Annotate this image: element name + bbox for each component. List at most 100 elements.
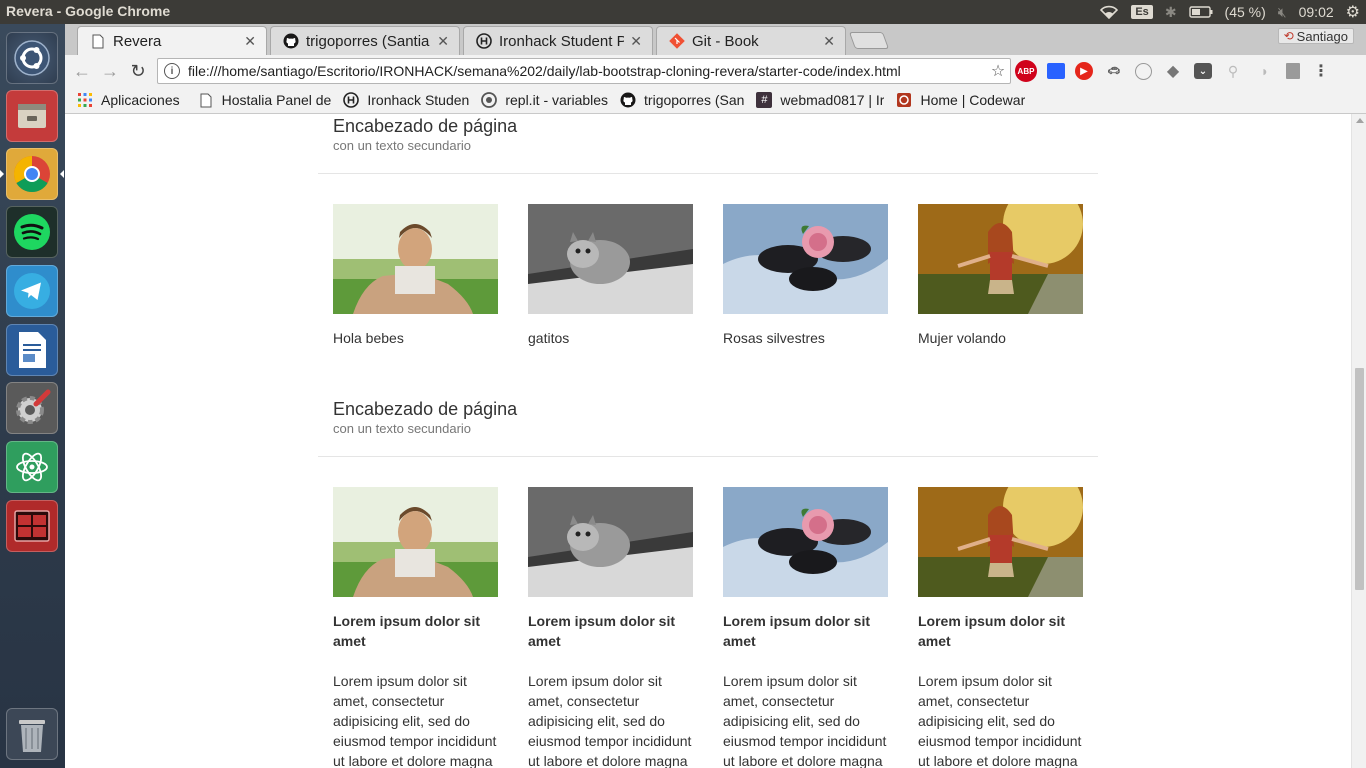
close-icon[interactable]: ✕ <box>437 33 449 50</box>
github-icon <box>283 33 299 49</box>
card-body-line: Lorem ipsum dolor sit <box>528 673 662 689</box>
circle-extension-icon[interactable] <box>1135 62 1152 80</box>
scroll-up-arrow-icon[interactable] <box>1356 118 1364 123</box>
page-icon <box>90 33 106 49</box>
forward-arrow-icon[interactable]: → <box>99 61 121 81</box>
feather-extension-icon[interactable]: ◗ <box>1254 60 1276 82</box>
scrollbar-thumb[interactable] <box>1355 368 1364 590</box>
files-icon[interactable] <box>6 90 58 142</box>
settings-gear-icon[interactable]: ⚙ <box>1346 2 1360 22</box>
kitten-photo[interactable] <box>528 487 693 597</box>
ubuntu-dash-icon[interactable] <box>6 32 58 84</box>
trash-icon[interactable] <box>6 708 58 760</box>
back-arrow-icon[interactable]: ← <box>71 61 93 81</box>
bookmark-github[interactable]: trigoporres (San <box>620 92 744 108</box>
adblock-plus-icon[interactable]: ABP <box>1015 60 1037 82</box>
tree-extension-icon[interactable]: ⚲ <box>1222 60 1244 82</box>
profile-name: Santiago <box>1296 28 1348 44</box>
bookmark-hostalia[interactable]: Hostalia Panel de <box>198 92 331 108</box>
menu-icon[interactable]: ⋮ <box>1310 60 1332 82</box>
card-body-line: eiusmod tempor incididunt <box>333 733 497 749</box>
libreoffice-writer-icon[interactable] <box>6 324 58 376</box>
card-body-line: eiusmod tempor incididunt <box>723 733 887 749</box>
card-heading: Lorem ipsum dolor sit amet <box>333 611 503 651</box>
page-container: Encabezado de página con un texto secund… <box>318 114 1098 768</box>
new-tab-button[interactable] <box>848 32 890 49</box>
bookmark-ironhack[interactable]: Ironhack Studen <box>343 92 469 108</box>
page-subtitle: con un texto secundario <box>333 421 472 436</box>
section2-header: Encabezado de página con un texto secund… <box>333 398 517 436</box>
close-icon[interactable]: ✕ <box>244 33 256 50</box>
rose-stones-photo[interactable] <box>723 487 888 597</box>
woman-sunlight-photo[interactable] <box>918 487 1083 597</box>
card-body-line: ut labore et dolore magna <box>333 753 493 768</box>
card-heading-line: amet <box>528 633 561 649</box>
page-title: Encabezado de página <box>333 399 518 419</box>
tab-ironhack[interactable]: Ironhack Student P ✕ <box>463 26 653 55</box>
card-body-line: adipisicing elit, sed do <box>528 713 665 729</box>
kitten-photo[interactable] <box>528 204 693 314</box>
volume-muted-icon[interactable]: 🔇︎ <box>1278 4 1287 21</box>
card-body-line: adipisicing elit, sed do <box>723 713 860 729</box>
chrome-icon[interactable] <box>6 148 58 200</box>
record-extension-icon[interactable]: ▶ <box>1075 62 1093 80</box>
wifi-icon[interactable] <box>1099 5 1119 19</box>
clock[interactable]: 09:02 <box>1299 4 1334 20</box>
close-icon[interactable]: ✕ <box>630 33 642 50</box>
bookmark-codewars[interactable]: Home | Codewar <box>896 92 1025 108</box>
rose-stones-photo[interactable] <box>723 204 888 314</box>
man-pushups-photo[interactable] <box>333 487 498 597</box>
bookmark-slack[interactable]: # webmad0817 | Ir <box>756 92 884 108</box>
window-title: Revera - Google Chrome <box>6 3 171 19</box>
ironhack-icon <box>476 33 492 49</box>
layers-extension-icon[interactable]: ◆ <box>1162 60 1184 82</box>
terminal-icon[interactable] <box>6 500 58 552</box>
bookmark-replit[interactable]: repl.it - variables <box>481 92 608 108</box>
card-body-line: ut labore et dolore magna <box>918 753 1078 768</box>
tab-git-book[interactable]: Git - Book ✕ <box>656 26 846 55</box>
card-body: Lorem ipsum dolor sit amet, consectetur … <box>528 671 698 768</box>
bookmark-label: Ironhack Studen <box>367 92 470 108</box>
tab-github[interactable]: trigoporres (Santia ✕ <box>270 26 460 55</box>
box-extension-icon[interactable] <box>1286 63 1300 79</box>
battery-percent[interactable]: (45 %) <box>1225 4 1266 20</box>
car-extension-icon[interactable]: 🚗︎ <box>1103 60 1125 82</box>
card-heading-line: amet <box>918 633 951 649</box>
bookmark-label: trigoporres (San <box>644 92 745 108</box>
card-heading-line: Lorem ipsum dolor sit <box>333 613 481 629</box>
address-url[interactable]: file:///home/santiago/Escritorio/IRONHAC… <box>188 63 986 79</box>
woman-sunlight-photo[interactable] <box>918 204 1083 314</box>
keyboard-layout-indicator[interactable]: Es <box>1131 5 1153 19</box>
profile-button[interactable]: ⟲ Santiago <box>1277 28 1354 44</box>
system-tray: Es ✱ (45 %) 🔇︎ 09:02 ⚙ <box>1099 0 1360 24</box>
card-body-line: ut labore et dolore magna <box>723 753 883 768</box>
cast-icon[interactable] <box>1047 63 1065 79</box>
page-scrollbar[interactable] <box>1351 114 1366 768</box>
bookmark-apps[interactable]: Aplicaciones <box>77 92 180 108</box>
card-body-line: Lorem ipsum dolor sit <box>918 673 1052 689</box>
card-body-line: amet, consectetur <box>528 693 640 709</box>
codewars-icon <box>896 92 912 108</box>
battery-icon[interactable] <box>1188 6 1213 18</box>
reload-icon[interactable]: ↻ <box>127 61 149 81</box>
close-icon[interactable]: ✕ <box>823 33 835 50</box>
card-heading-line: Lorem ipsum dolor sit <box>528 613 676 629</box>
spotify-icon[interactable] <box>6 206 58 258</box>
atom-icon[interactable] <box>6 441 58 493</box>
pocket-icon[interactable]: ⌄ <box>1194 63 1212 79</box>
page-subtitle: con un texto secundario <box>333 138 472 153</box>
card-body-line: eiusmod tempor incididunt <box>528 733 692 749</box>
site-info-icon[interactable]: i <box>164 63 180 79</box>
tab-revera[interactable]: Revera ✕ <box>77 26 267 55</box>
bookmark-label: Home | Codewar <box>920 92 1026 108</box>
card-heading: Lorem ipsum dolor sit amet <box>528 611 698 651</box>
man-pushups-photo[interactable] <box>333 204 498 314</box>
bluetooth-icon[interactable]: ✱ <box>1165 4 1177 21</box>
browser-chrome: Revera ✕ trigoporres (Santia ✕ Ironhack … <box>65 24 1366 114</box>
address-bar[interactable]: i file:///home/santiago/Escritorio/IRONH… <box>157 58 1011 84</box>
telegram-icon[interactable] <box>6 265 58 317</box>
card-caption: Rosas silvestres <box>723 330 825 346</box>
system-settings-icon[interactable] <box>6 382 58 434</box>
page-icon <box>198 92 214 108</box>
bookmark-star-icon[interactable]: ☆ <box>986 61 1010 81</box>
